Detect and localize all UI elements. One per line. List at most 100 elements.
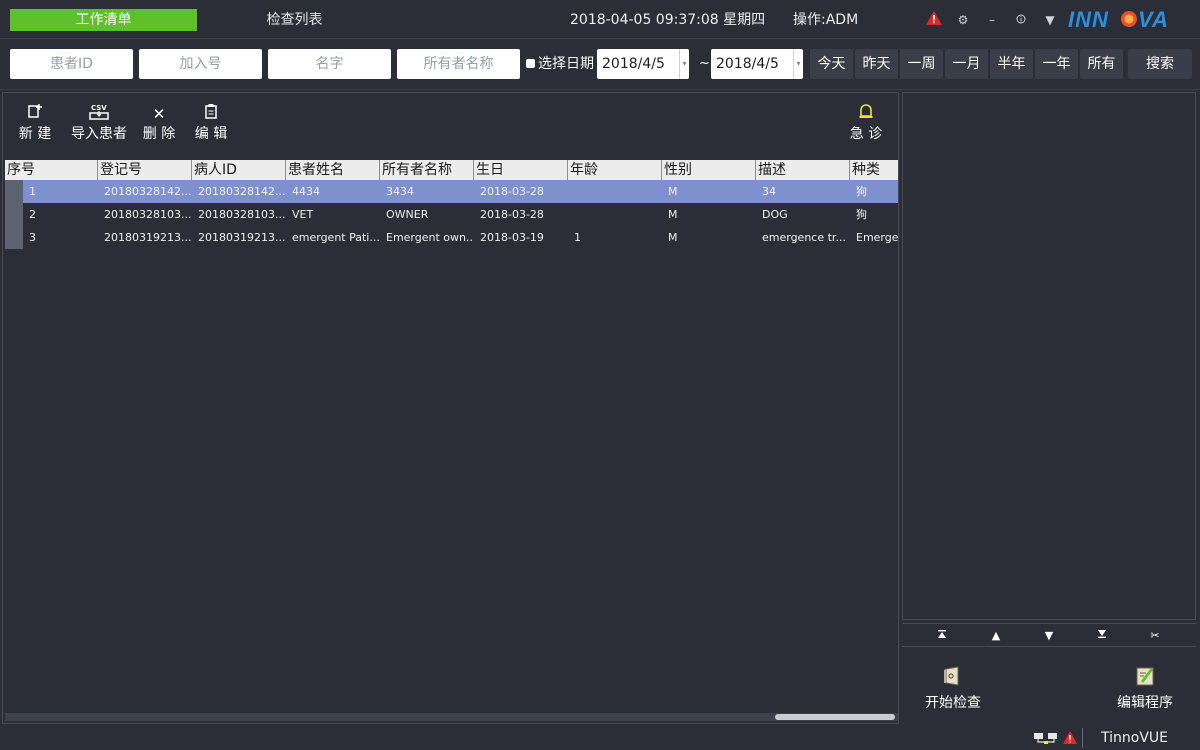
status-warning-icon[interactable]: [1062, 730, 1078, 746]
column-header[interactable]: 所有者名称: [380, 160, 474, 180]
horizontal-scrollbar[interactable]: [5, 713, 898, 721]
column-header[interactable]: 登记号: [98, 160, 192, 180]
table-cell: VET: [292, 208, 314, 221]
table-cell: M: [668, 185, 678, 198]
column-header[interactable]: 病人ID: [192, 160, 286, 180]
edit-program-label: 编辑程序: [1117, 695, 1173, 711]
table-cell: 3: [29, 231, 36, 244]
table-cell: Emergen: [856, 231, 898, 244]
column-header[interactable]: 患者姓名: [286, 160, 380, 180]
new-label: 新 建: [18, 126, 52, 142]
version-label: TinnoVUE V1.0: [1101, 730, 1168, 746]
worklist-panel: 新 建 CSV 导入患者 ✕ 删 除 编 辑 急 诊 序号 登记号 病人ID 患…: [2, 92, 899, 724]
new-button[interactable]: 新 建: [15, 103, 55, 143]
table-cell: 20180328103...: [104, 208, 192, 221]
settings-icon[interactable]: ⚙: [953, 10, 973, 30]
info-icon[interactable]: [1011, 10, 1031, 30]
csv-import-icon: CSV: [69, 103, 129, 125]
table-row[interactable]: 3 20180319213... 20180319213... emergent…: [5, 226, 898, 249]
one-month-button[interactable]: 一月: [945, 49, 988, 79]
cut-icon[interactable]: ✂: [1145, 628, 1165, 644]
search-button[interactable]: 搜索: [1128, 49, 1192, 79]
accession-input[interactable]: 加入号: [139, 49, 262, 79]
date-to-value: 2018/4/5: [716, 56, 779, 72]
delete-button[interactable]: ✕ 删 除: [139, 103, 179, 143]
table-header: 序号 登记号 病人ID 患者姓名 所有者名称 生日 年龄 性别 描述 种类: [5, 160, 898, 180]
edit-button[interactable]: 编 辑: [191, 103, 231, 143]
table-cell: 20180328103...: [198, 208, 286, 221]
edit-label: 编 辑: [194, 126, 228, 142]
start-exam-label: 开始检查: [925, 695, 981, 711]
date-to-input[interactable]: 2018/4/5 ▾: [711, 49, 803, 79]
one-week-button[interactable]: 一周: [900, 49, 943, 79]
name-input[interactable]: 名字: [268, 49, 391, 79]
first-page-icon[interactable]: [932, 628, 952, 644]
start-exam-button[interactable]: 开始检查: [922, 664, 984, 712]
table-cell: Emergent own...: [386, 231, 474, 244]
all-button[interactable]: 所有: [1080, 49, 1123, 79]
table-row[interactable]: 1 20180328142... 20180328142... 4434 343…: [5, 180, 898, 203]
patient-id-input[interactable]: 患者ID: [10, 49, 133, 79]
delete-label: 删 除: [142, 126, 176, 142]
column-header[interactable]: 性别: [662, 160, 756, 180]
table-cell: emergence tr...: [762, 231, 846, 244]
owner-name-input[interactable]: 所有者名称: [397, 49, 520, 79]
table-cell: 20180319213...: [198, 231, 286, 244]
date-from-value: 2018/4/5: [602, 56, 665, 72]
table-cell: M: [668, 208, 678, 221]
svg-text:VA: VA: [1138, 7, 1169, 32]
edit-program-icon: [1133, 664, 1157, 688]
table-row[interactable]: 2 20180328103... 20180328103... VET OWNE…: [5, 203, 898, 226]
delete-icon: ✕: [152, 105, 166, 123]
table-cell: 狗: [856, 185, 867, 198]
yesterday-button[interactable]: 昨天: [855, 49, 898, 79]
import-patient-button[interactable]: CSV 导入患者: [69, 103, 129, 143]
table-cell: 2: [29, 208, 36, 221]
scrollbar-thumb[interactable]: [775, 714, 895, 720]
status-divider: [1082, 728, 1083, 748]
current-datetime: 2018-04-05 09:37:08 星期四: [570, 12, 766, 28]
search-bar: 患者ID 加入号 名字 所有者名称 选择日期 2018/4/5 ▾ ~ 2018…: [0, 38, 1200, 90]
next-icon[interactable]: ▼: [1039, 628, 1059, 644]
table-cell: emergent Pati...: [292, 231, 380, 244]
date-from-spin-icon[interactable]: ▾: [679, 49, 689, 79]
dropdown-icon[interactable]: ▼: [1040, 10, 1060, 30]
today-button[interactable]: 今天: [810, 49, 853, 79]
table-cell: 20180319213...: [104, 231, 192, 244]
table-cell: [574, 203, 662, 226]
innova-logo: INN VA: [1066, 6, 1194, 32]
date-to-spin-icon[interactable]: ▾: [793, 49, 803, 79]
table-cell: DOG: [762, 208, 788, 221]
emergency-label: 急 诊: [849, 126, 883, 142]
select-date-label: 选择日期: [538, 56, 594, 72]
minimize-icon[interactable]: –: [982, 10, 1002, 30]
row-marker: [5, 226, 23, 249]
column-header[interactable]: 年龄: [568, 160, 662, 180]
clipboard-icon: [191, 103, 231, 125]
half-year-button[interactable]: 半年: [990, 49, 1033, 79]
action-panel: 开始检查 编辑程序: [902, 650, 1196, 724]
column-header[interactable]: 生日: [474, 160, 568, 180]
column-header[interactable]: 种类: [850, 160, 898, 180]
table-cell: OWNER: [386, 208, 429, 221]
emergency-button[interactable]: 急 诊: [846, 103, 886, 143]
table-cell: 2018-03-19: [480, 231, 544, 244]
table-cell: 1: [29, 185, 36, 198]
column-header[interactable]: 序号: [5, 160, 98, 180]
column-header[interactable]: 描述: [756, 160, 850, 180]
select-date-checkbox[interactable]: [526, 59, 535, 68]
one-year-button[interactable]: 一年: [1035, 49, 1078, 79]
tab-worklist[interactable]: 工作清单: [10, 9, 197, 31]
row-marker: [5, 180, 23, 203]
edit-program-button[interactable]: 编辑程序: [1114, 664, 1176, 712]
row-marker: [5, 203, 23, 226]
last-page-icon[interactable]: [1092, 628, 1112, 644]
previous-icon[interactable]: ▲: [986, 628, 1006, 644]
table-cell: [574, 180, 662, 203]
status-bar: TinnoVUE V1.0: [0, 726, 1200, 750]
top-bar: 工作清单 检查列表 2018-04-05 09:37:08 星期四 操作:ADM…: [0, 0, 1200, 38]
warning-icon[interactable]: [924, 10, 944, 30]
tab-exam-list[interactable]: 检查列表: [197, 9, 392, 31]
new-icon: [15, 103, 55, 125]
date-from-input[interactable]: 2018/4/5 ▾: [597, 49, 689, 79]
